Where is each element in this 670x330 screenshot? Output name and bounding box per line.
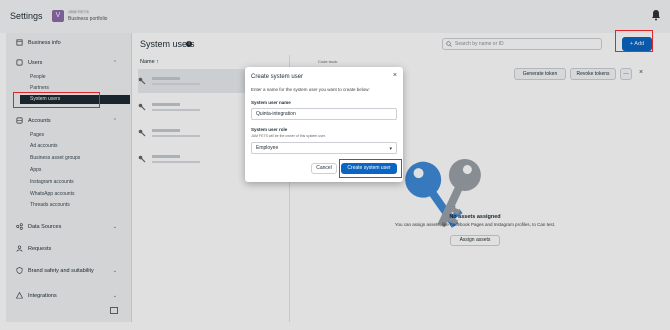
cancel-button[interactable]: Cancel xyxy=(311,163,337,174)
close-icon[interactable]: × xyxy=(393,72,397,79)
caret-down-icon: ▾ xyxy=(389,146,392,152)
system-user-name-field[interactable]: Quinta-integration xyxy=(251,108,397,120)
system-user-role-select[interactable]: Employee ▾ xyxy=(251,142,397,154)
highlight-system-users xyxy=(13,92,100,108)
name-field-label: System user name xyxy=(251,100,291,105)
highlight-add-button xyxy=(615,30,653,52)
dialog-title: Create system user xyxy=(251,74,304,80)
name-field-value: Quinta-integration xyxy=(256,111,296,117)
role-field-hint: JAM FETS will be the owner of this syste… xyxy=(251,134,326,138)
highlight-create-button xyxy=(339,159,402,178)
role-field-label: System user role xyxy=(251,127,288,132)
dialog-description: Enter a name for the system user you wan… xyxy=(251,87,370,92)
role-select-value: Employee xyxy=(256,145,279,151)
